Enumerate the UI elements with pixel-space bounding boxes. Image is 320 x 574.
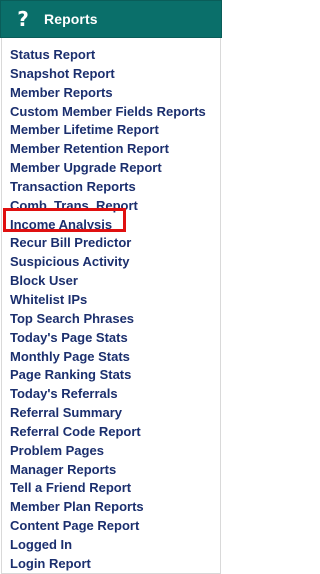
menu-item-member-reports[interactable]: Member Reports (2, 84, 220, 103)
menu-item-todays-referrals[interactable]: Today's Referrals (2, 385, 220, 404)
menu-item-snapshot-report[interactable]: Snapshot Report (2, 65, 220, 84)
reports-header: ? Reports (0, 0, 222, 38)
reports-menu: Status Report Snapshot Report Member Rep… (2, 46, 220, 574)
menu-item-top-search-phrases[interactable]: Top Search Phrases (2, 310, 220, 329)
menu-item-whitelist-ips[interactable]: Whitelist IPs (2, 291, 220, 310)
menu-item-problem-pages[interactable]: Problem Pages (2, 442, 220, 461)
menu-item-income-analysis[interactable]: Income Analysis (2, 216, 220, 235)
menu-item-todays-page-stats[interactable]: Today's Page Stats (2, 329, 220, 348)
menu-item-recur-bill-predictor[interactable]: Recur Bill Predictor (2, 234, 220, 253)
help-icon: ? (17, 7, 29, 31)
panel-title: Reports (44, 11, 98, 27)
menu-item-member-retention-report[interactable]: Member Retention Report (2, 140, 220, 159)
menu-item-transaction-reports[interactable]: Transaction Reports (2, 178, 220, 197)
menu-item-referral-summary[interactable]: Referral Summary (2, 404, 220, 423)
menu-item-login-report[interactable]: Login Report (2, 555, 220, 574)
menu-item-logged-in[interactable]: Logged In (2, 536, 220, 555)
menu-item-block-user[interactable]: Block User (2, 272, 220, 291)
menu-item-suspicious-activity[interactable]: Suspicious Activity (2, 253, 220, 272)
menu-item-member-lifetime-report[interactable]: Member Lifetime Report (2, 121, 220, 140)
menu-item-manager-reports[interactable]: Manager Reports (2, 461, 220, 480)
menu-item-member-upgrade-report[interactable]: Member Upgrade Report (2, 159, 220, 178)
reports-list-container: Status Report Snapshot Report Member Rep… (1, 38, 221, 574)
menu-item-content-page-report[interactable]: Content Page Report (2, 517, 220, 536)
menu-item-status-report[interactable]: Status Report (2, 46, 220, 65)
menu-item-comb-trans-report[interactable]: Comb. Trans. Report (2, 197, 220, 216)
reports-panel: ? Reports Status Report Snapshot Report … (0, 0, 222, 574)
menu-item-custom-member-fields-reports[interactable]: Custom Member Fields Reports (2, 103, 220, 122)
menu-item-page-ranking-stats[interactable]: Page Ranking Stats (2, 366, 220, 385)
menu-item-monthly-page-stats[interactable]: Monthly Page Stats (2, 348, 220, 367)
menu-item-tell-a-friend-report[interactable]: Tell a Friend Report (2, 479, 220, 498)
menu-item-member-plan-reports[interactable]: Member Plan Reports (2, 498, 220, 517)
menu-item-referral-code-report[interactable]: Referral Code Report (2, 423, 220, 442)
